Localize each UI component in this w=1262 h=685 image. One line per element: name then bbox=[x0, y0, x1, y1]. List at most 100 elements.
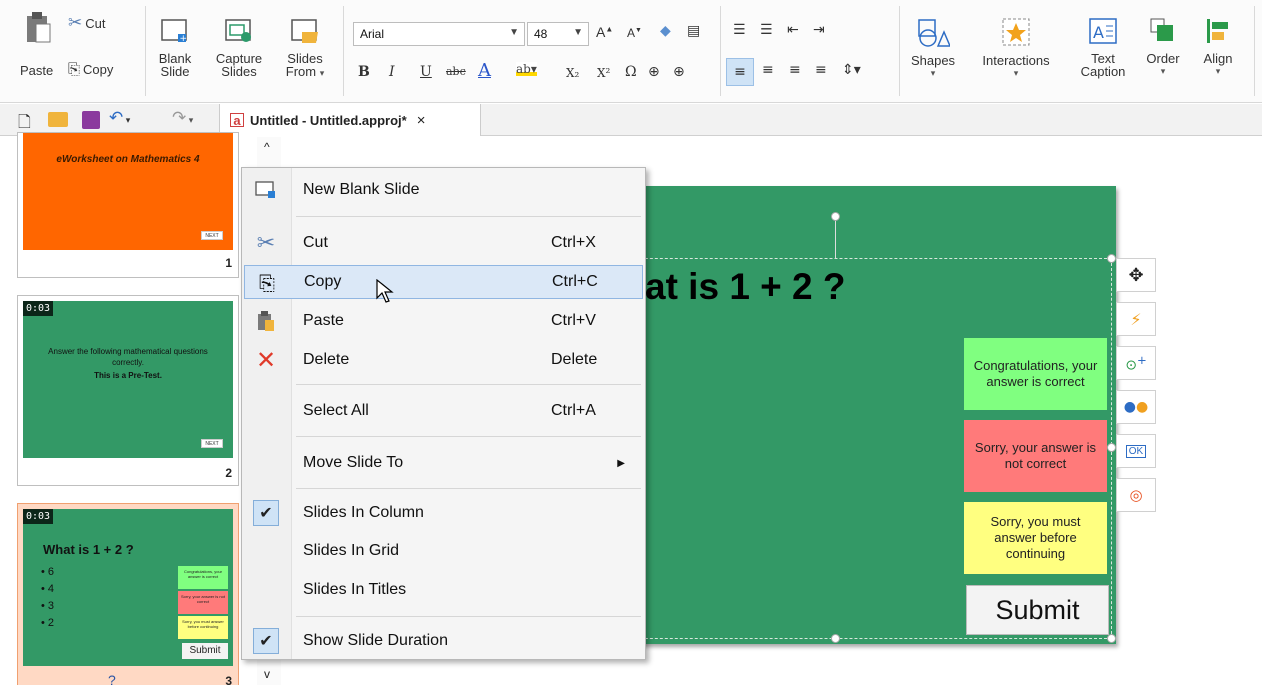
context-menu: New Blank Slide ✂ Cut Ctrl+X ⎘ Copy Ctrl… bbox=[241, 167, 646, 660]
decrease-indent-icon[interactable]: ⇤ bbox=[787, 22, 799, 38]
shapes-button[interactable]: Shapes ▾ bbox=[903, 16, 963, 80]
align-button[interactable]: Align ▾ bbox=[1196, 16, 1240, 78]
redo-icon[interactable]: ↷ ▾ bbox=[172, 108, 193, 128]
question-text[interactable]: at is 1 + 2 ? bbox=[645, 266, 846, 308]
menu-delete[interactable]: ✕ Delete Delete bbox=[244, 343, 643, 377]
save-icon[interactable] bbox=[82, 111, 100, 129]
shapes-icon bbox=[918, 19, 950, 47]
cut-button[interactable]: ✂ Cut bbox=[68, 13, 105, 33]
resize-handle-r[interactable] bbox=[1107, 443, 1116, 452]
capture-icon bbox=[225, 19, 251, 42]
slide-thumbnail-3[interactable]: 0:03 What is 1 + 2 ? • 6 • 4 • 3 • 2 Con… bbox=[17, 503, 239, 685]
menu-slides-in-titles[interactable]: Slides In Titles bbox=[244, 573, 643, 607]
menu-cut[interactable]: ✂ Cut Ctrl+X bbox=[244, 226, 643, 260]
interactions-button[interactable]: Interactions ▾ bbox=[969, 16, 1063, 80]
paste-button[interactable] bbox=[18, 10, 58, 52]
rotate-handle[interactable] bbox=[831, 212, 840, 221]
text-frame-icon[interactable]: ▤ bbox=[687, 23, 700, 39]
paste-label[interactable]: Paste bbox=[20, 63, 53, 78]
shrink-font-icon[interactable]: A▼ bbox=[627, 26, 642, 40]
slides-from-button[interactable]: Slides From ▾ bbox=[280, 16, 330, 80]
resize-handle-br[interactable] bbox=[1107, 634, 1116, 643]
capture-slides-button[interactable]: Capture Slides bbox=[212, 16, 266, 78]
blank-slide-icon: + bbox=[161, 19, 187, 44]
incomplete-caption[interactable]: Sorry, you must answer before continuing bbox=[964, 502, 1107, 574]
strikethrough-button[interactable]: abc bbox=[446, 65, 466, 78]
submit-button[interactable]: Submit bbox=[966, 585, 1109, 635]
line-spacing-button[interactable]: ⇕▾ bbox=[842, 62, 861, 78]
svg-text:A: A bbox=[1093, 23, 1104, 42]
numbered-list-icon[interactable]: ☰ bbox=[733, 22, 746, 38]
incorrect-caption[interactable]: Sorry, your answer is not correct bbox=[964, 420, 1107, 492]
font-color-button[interactable]: A bbox=[478, 60, 491, 81]
document-tab[interactable]: a Untitled - Untitled.approj* × bbox=[219, 104, 481, 136]
menu-slides-in-column[interactable]: ✔ Slides In Column bbox=[244, 496, 643, 530]
font-family-select[interactable]: Arial ▼ bbox=[353, 22, 525, 46]
paste-icon bbox=[248, 306, 284, 336]
thumb-3-question: What is 1 + 2 ? bbox=[43, 542, 134, 557]
font-size-select[interactable]: 48 ▼ bbox=[527, 22, 589, 46]
highlight-color-button[interactable]: ab▾ bbox=[516, 62, 537, 76]
scissors-icon: ✂ bbox=[68, 13, 83, 32]
menu-slides-in-grid[interactable]: Slides In Grid bbox=[244, 534, 643, 568]
scroll-down-icon[interactable]: v bbox=[264, 667, 270, 681]
blank-slide-button[interactable]: + Blank Slide bbox=[153, 16, 197, 78]
move-icon[interactable]: ✥ bbox=[1116, 258, 1156, 292]
menu-copy[interactable]: ⎘ Copy Ctrl+C bbox=[244, 265, 643, 299]
undo-icon[interactable]: ↶ ▾ bbox=[109, 108, 130, 128]
resize-handle-tr[interactable] bbox=[1107, 254, 1116, 263]
thumb-3-duration: 0:03 bbox=[23, 509, 54, 524]
feedback-icon[interactable]: ●● bbox=[1116, 390, 1156, 424]
text-caption-icon: A bbox=[1089, 18, 1117, 44]
action-icon[interactable]: ◎ bbox=[1116, 478, 1156, 512]
bold-button[interactable]: B bbox=[358, 64, 370, 80]
subscript-button[interactable]: X₂ bbox=[566, 66, 579, 80]
correct-caption[interactable]: Congratulations, your answer is correct bbox=[964, 338, 1107, 410]
lightning-icon[interactable]: ⚡ bbox=[1116, 302, 1156, 336]
align-left-button[interactable]: ≡ bbox=[726, 58, 754, 86]
new-slide-icon bbox=[248, 175, 284, 205]
open-folder-icon[interactable] bbox=[48, 112, 68, 127]
project-icon: a bbox=[230, 113, 244, 128]
mouse-cursor-icon bbox=[376, 279, 394, 303]
resize-handle-b[interactable] bbox=[831, 634, 840, 643]
slide-thumbnail-1[interactable]: eWorksheet on Mathematics 4 NEXT 1 bbox=[17, 132, 239, 278]
slide-number-2: 2 bbox=[225, 466, 232, 480]
thumb-3-label: ? bbox=[108, 672, 116, 685]
bullet-list-icon[interactable]: ☰ bbox=[760, 22, 773, 38]
thumb-1-next: NEXT bbox=[201, 231, 223, 240]
menu-move-slide-to[interactable]: Move Slide To ▶ bbox=[244, 446, 643, 480]
align-icon bbox=[1207, 19, 1228, 43]
menu-select-all[interactable]: Select All Ctrl+A bbox=[244, 394, 643, 428]
ok-button-icon[interactable]: OK bbox=[1116, 434, 1156, 468]
remove-hyperlink-icon[interactable]: ⊕ bbox=[673, 64, 685, 80]
superscript-button[interactable]: X² bbox=[597, 66, 610, 80]
justify-button[interactable]: ≡ bbox=[815, 62, 827, 78]
ribbon: Paste ✂ Cut ⎘ Copy + Blank Slide Capture… bbox=[0, 0, 1262, 103]
slide-thumbnail-2[interactable]: 0:03 Answer the following mathematical q… bbox=[17, 295, 239, 486]
thumb-3-options: • 6 • 4 • 3 • 2 bbox=[41, 566, 55, 629]
close-tab-icon[interactable]: × bbox=[417, 112, 426, 129]
text-caption-button[interactable]: A Text Caption bbox=[1077, 16, 1129, 78]
align-center-button[interactable]: ≡ bbox=[762, 62, 774, 78]
scroll-up-icon[interactable]: ^ bbox=[264, 140, 270, 154]
hyperlink-icon[interactable]: ⊕ bbox=[648, 64, 660, 80]
menu-new-blank-slide[interactable]: New Blank Slide bbox=[244, 173, 643, 207]
increase-indent-icon[interactable]: ⇥ bbox=[813, 22, 825, 38]
order-button[interactable]: Order ▾ bbox=[1138, 16, 1188, 78]
thumb-2-duration: 0:03 bbox=[23, 301, 54, 316]
menu-show-slide-duration[interactable]: ✔ Show Slide Duration bbox=[244, 624, 643, 658]
grow-font-icon[interactable]: A▲ bbox=[596, 24, 613, 40]
eraser-icon[interactable]: ◆ bbox=[660, 23, 671, 39]
add-event-icon[interactable]: ⊙+ bbox=[1116, 346, 1156, 380]
submenu-arrow-icon: ▶ bbox=[617, 457, 625, 469]
copy-button[interactable]: ⎘ Copy bbox=[68, 61, 113, 78]
paste-icon bbox=[27, 12, 51, 43]
underline-button[interactable]: U bbox=[420, 64, 432, 80]
menu-paste[interactable]: Paste Ctrl+V bbox=[244, 304, 643, 338]
thumb-3-caption-incorrect: Sorry, your answer is not correct bbox=[178, 591, 228, 614]
italic-button[interactable]: I bbox=[389, 64, 395, 80]
thumb-2-line1: Answer the following mathematical questi… bbox=[48, 347, 208, 367]
symbol-button[interactable]: Ω bbox=[625, 64, 637, 80]
align-right-button[interactable]: ≡ bbox=[789, 62, 801, 78]
